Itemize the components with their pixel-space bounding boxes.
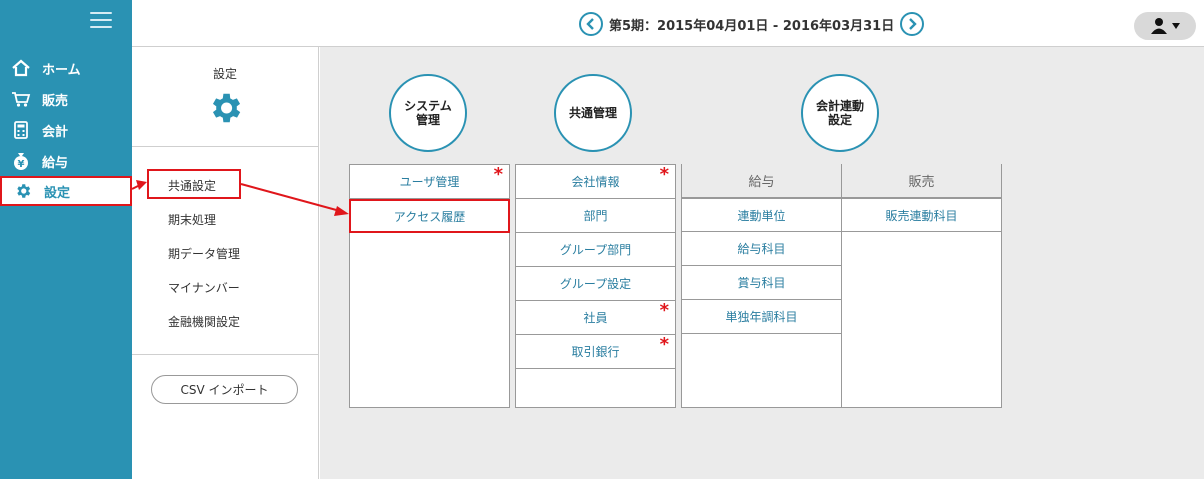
menu-group-department[interactable]: グループ部門 [516, 233, 675, 267]
menu-company-info[interactable]: 会社情報 * [516, 165, 675, 199]
calculator-icon [10, 120, 32, 140]
menu-label: 賞与科目 [737, 276, 786, 290]
menu-group-settings[interactable]: グループ設定 [516, 267, 675, 301]
menu-employee[interactable]: 社員 * [516, 301, 675, 335]
column-header-payroll: 給与 [682, 164, 841, 198]
category-common-admin: 共通管理 [554, 74, 632, 152]
required-marker: * [659, 300, 669, 321]
menu-label: アクセス履歴 [393, 209, 466, 224]
caret-down-icon [1172, 23, 1180, 29]
menu-label: 部門 [583, 209, 608, 223]
column-header-sales: 販売 [842, 164, 1001, 198]
menu-year-end-adjustment-accounts[interactable]: 単独年調科目 [682, 300, 841, 334]
category-system-admin: システム管理 [389, 74, 467, 152]
menu-label: 販売連動科目 [885, 208, 958, 223]
sales-link-column: 販売 販売連動科目 [841, 164, 1002, 408]
menu-salary-accounts[interactable]: 給与科目 [682, 232, 841, 266]
menu-label: 取引銀行 [571, 345, 620, 359]
required-marker: * [659, 334, 669, 355]
yen-bag-icon: ¥ [10, 151, 32, 171]
sidebar-item-payroll[interactable]: ¥ 給与 [0, 147, 132, 175]
category-label: 会計連動設定 [815, 99, 864, 127]
menu-label: ユーザ管理 [399, 175, 460, 189]
category-label: 共通管理 [568, 106, 617, 120]
menu-sales-link-accounts[interactable]: 販売連動科目 [842, 198, 1001, 232]
sidebar-item-label: 設定 [44, 185, 71, 201]
period-label: 第5期：2015年04月01日 - 2016年03月31日 [609, 18, 895, 34]
sidebar-item-settings[interactable]: 設定 [0, 176, 132, 206]
menu-label: 連動単位 [737, 208, 786, 223]
menu-label: 会社情報 [571, 175, 620, 189]
sidebar-item-label: 販売 [42, 93, 69, 109]
payroll-link-column: 給与 連動単位 給与科目 賞与科目 単独年調科目 [681, 164, 842, 408]
settings-item-financial-institution[interactable]: 金融機関設定 [168, 313, 240, 330]
category-label: システム管理 [404, 99, 452, 127]
user-menu-button[interactable] [1134, 12, 1196, 40]
csv-import-button[interactable]: CSV インポート [151, 375, 298, 404]
sidebar-item-label: ホーム [42, 62, 81, 78]
settings-panel-header: 設定 [132, 47, 318, 147]
user-icon [1151, 18, 1167, 34]
common-admin-column: 会社情報 * 部門 グループ部門 グループ設定 社員 * 取引銀行 * [515, 164, 676, 408]
required-marker: * [659, 164, 669, 185]
sidebar-item-label: 会計 [42, 124, 69, 140]
menu-bonus-accounts[interactable]: 賞与科目 [682, 266, 841, 300]
menu-label: グループ設定 [559, 277, 632, 291]
settings-panel-title: 設定 [212, 67, 237, 81]
menu-label: 単独年調科目 [725, 310, 798, 324]
settings-item-period-data[interactable]: 期データ管理 [168, 245, 240, 262]
menu-access-history[interactable]: アクセス履歴 [349, 199, 510, 233]
top-header: 第5期：2015年04月01日 - 2016年03月31日 [132, 0, 1204, 47]
main-content: システム管理 共通管理 会計連動設定 ユーザ管理 * アクセス履歴 会社情報 *… [320, 47, 1204, 479]
chevron-left-icon [586, 18, 594, 30]
home-icon [10, 58, 32, 78]
menu-department[interactable]: 部門 [516, 199, 675, 233]
settings-item-common[interactable]: 共通設定 [147, 169, 241, 199]
menu-label: グループ部門 [559, 243, 632, 257]
sidebar-item-home[interactable]: ホーム [0, 54, 132, 82]
previous-period-button[interactable] [579, 12, 603, 36]
settings-panel: 設定 共通設定 期末処理 期データ管理 マイナンバー 金融機関設定 CSV イン… [132, 47, 319, 479]
sidebar-item-accounting[interactable]: 会計 [0, 116, 132, 144]
chevron-right-icon [909, 18, 917, 30]
next-period-button[interactable] [900, 12, 925, 36]
menu-user-management[interactable]: ユーザ管理 * [350, 165, 509, 199]
hamburger-menu-icon[interactable] [90, 12, 112, 30]
category-accounting-link: 会計連動設定 [801, 74, 879, 152]
menu-bank[interactable]: 取引銀行 * [516, 335, 675, 369]
sidebar: ホーム 販売 会計 ¥ 給与 設定 [0, 0, 132, 479]
sidebar-item-sales[interactable]: 販売 [0, 85, 132, 113]
required-marker: * [493, 164, 503, 185]
svg-text:¥: ¥ [18, 159, 25, 170]
menu-label: 給与科目 [737, 242, 786, 256]
divider [132, 354, 318, 355]
menu-label: 社員 [583, 311, 608, 325]
gear-icon [206, 89, 244, 130]
settings-item-my-number[interactable]: マイナンバー [168, 279, 240, 296]
cart-icon [10, 89, 32, 109]
period-selector: 第5期：2015年04月01日 - 2016年03月31日 [579, 12, 925, 36]
system-admin-column: ユーザ管理 * アクセス履歴 [349, 164, 510, 408]
settings-item-year-end[interactable]: 期末処理 [168, 211, 216, 228]
menu-link-unit[interactable]: 連動単位 [682, 198, 841, 232]
sidebar-item-label: 給与 [42, 155, 69, 171]
gear-icon [12, 181, 34, 201]
